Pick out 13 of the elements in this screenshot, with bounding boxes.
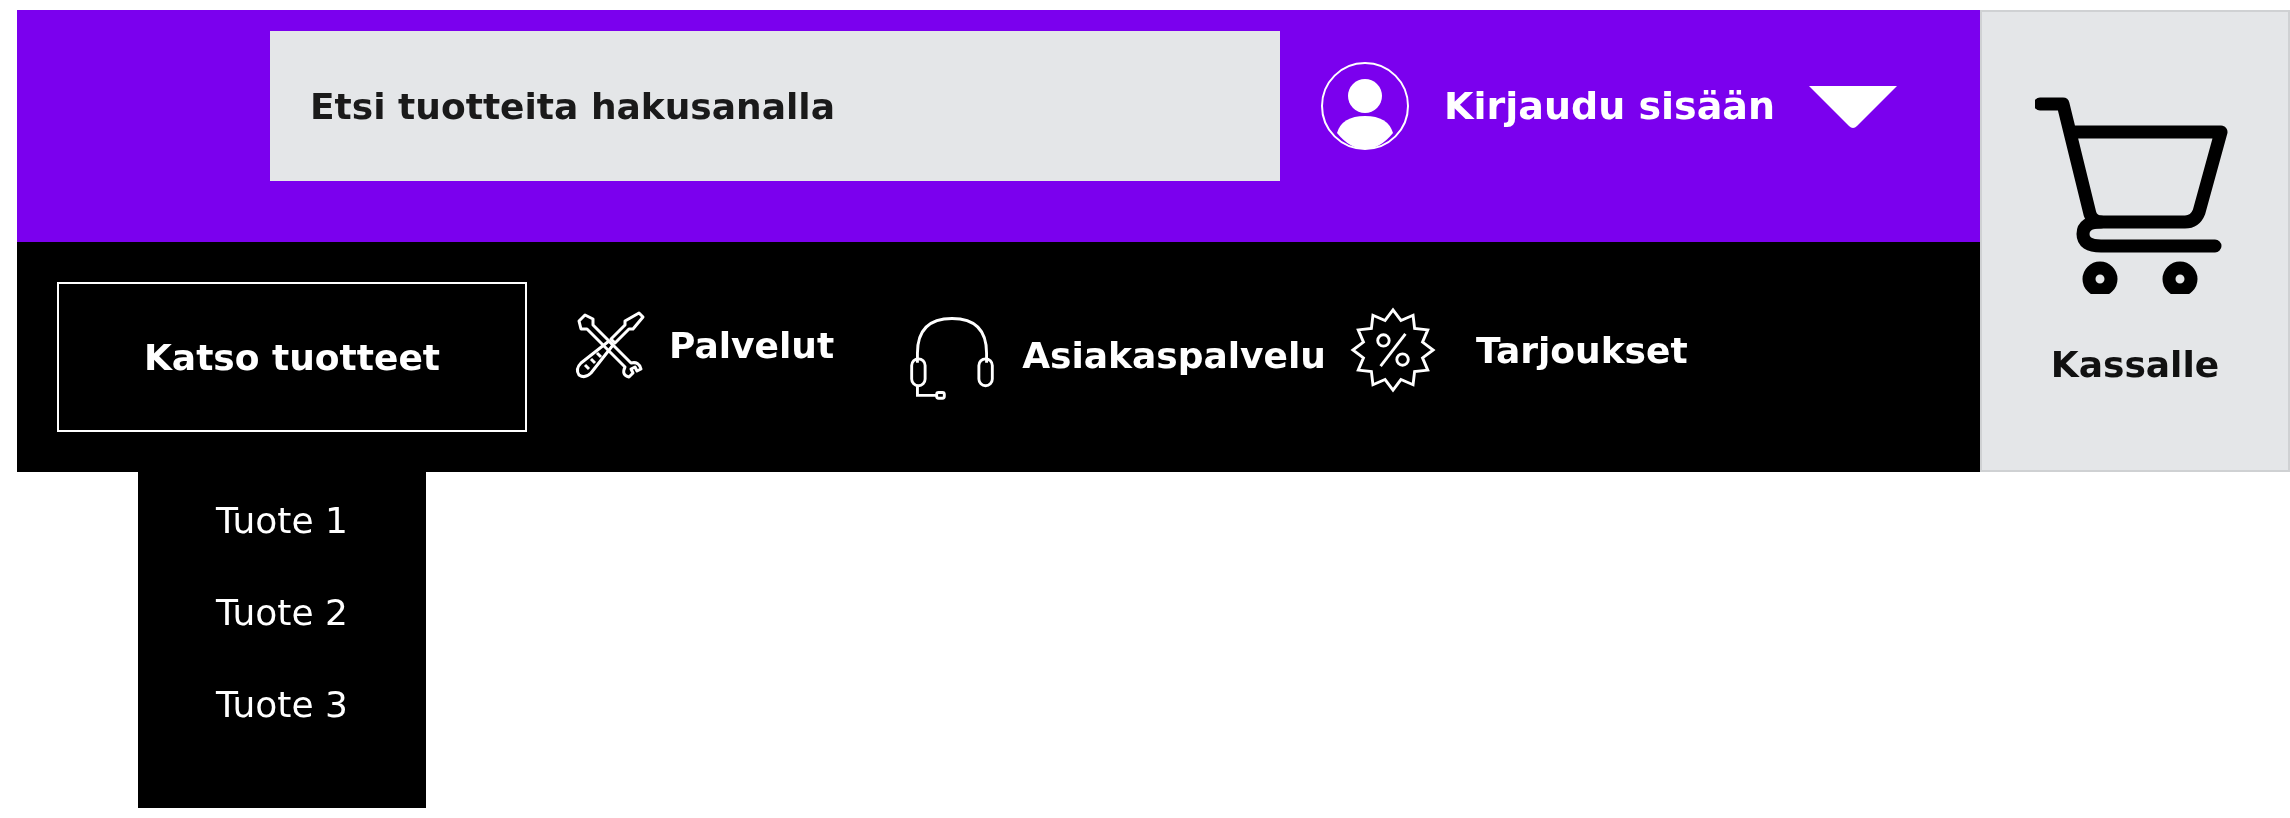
- search-field[interactable]: Etsi tuotteita hakusanalla: [270, 31, 1280, 181]
- login-link[interactable]: Kirjaudu sisään: [1444, 84, 1775, 128]
- nav-link[interactable]: Tarjoukset: [1475, 329, 1688, 371]
- discount-badge-icon: [1349, 307, 1436, 393]
- checkout-panel[interactable]: Kassalle: [1980, 10, 2290, 472]
- checkout-label: Kassalle: [2050, 344, 2220, 385]
- nav-link[interactable]: Palvelut: [669, 324, 835, 366]
- nav-link[interactable]: Asiakaspalvelu: [1022, 334, 1326, 376]
- dropdown-item[interactable]: Tuote 2: [216, 580, 348, 646]
- user-icon: [1320, 61, 1410, 151]
- dropdown-item[interactable]: Tuote 3: [216, 672, 348, 738]
- dropdown-item[interactable]: Tuote 1: [216, 488, 348, 554]
- products-button[interactable]: Katso tuotteet: [57, 282, 527, 432]
